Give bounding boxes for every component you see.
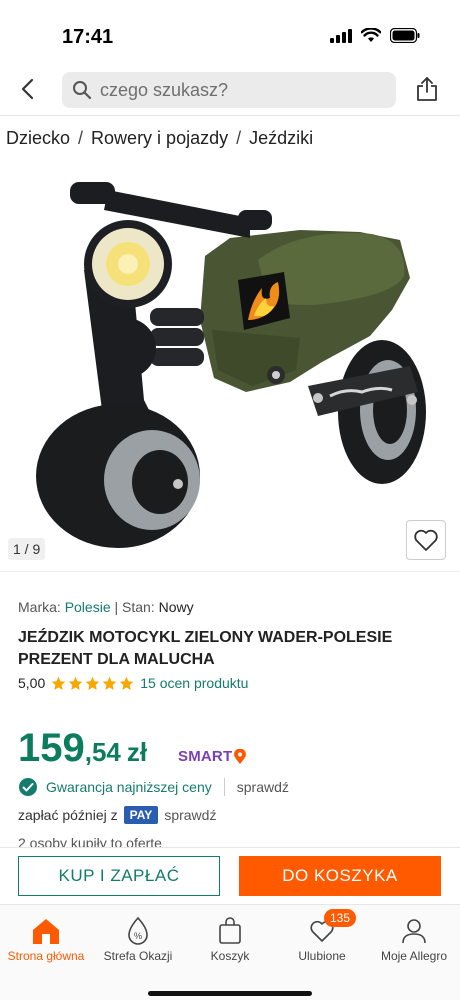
- nav-deals[interactable]: % Strefa Okazji: [92, 913, 184, 963]
- status-bar: 17:41: [0, 0, 460, 62]
- svg-text:%: %: [134, 931, 142, 941]
- condition-label: | Stan:: [114, 599, 155, 615]
- action-bar: KUP I ZAPŁAĆ DO KOSZYKA: [0, 847, 460, 904]
- rear-wheel: [338, 340, 426, 484]
- pay-check-link[interactable]: sprawdź: [164, 807, 216, 823]
- star-icon: [86, 676, 100, 690]
- search-header: [0, 62, 460, 116]
- bag-icon: [219, 917, 241, 944]
- star-icon: [52, 676, 66, 690]
- smart-label: SMART: [178, 748, 233, 765]
- handlebar: [70, 182, 272, 238]
- breadcrumb: Dziecko / Rowery i pojazdy / Jeździki: [6, 128, 313, 149]
- breadcrumb-item-jezdziki[interactable]: Jeździki: [249, 128, 313, 149]
- back-button[interactable]: [12, 72, 42, 106]
- star-icon: [120, 676, 134, 690]
- wifi-icon: [361, 28, 381, 42]
- user-icon: [402, 919, 426, 944]
- breadcrumb-separator: /: [78, 128, 84, 148]
- signal-icon: [330, 28, 352, 43]
- pay-later: zapłać później z PAY sprawdź: [18, 806, 216, 824]
- buy-now-button[interactable]: KUP I ZAPŁAĆ: [18, 856, 220, 896]
- share-icon: [417, 77, 437, 101]
- pay-badge: PAY: [123, 806, 159, 824]
- price-integer: 159: [18, 726, 85, 770]
- status-time: 17:41: [62, 26, 114, 48]
- bought-count: 2 osoby kupiły to oferte: [18, 835, 162, 847]
- breadcrumb-separator: /: [236, 128, 242, 148]
- home-icon: [33, 919, 59, 944]
- product-gallery[interactable]: 1 / 9: [0, 160, 460, 572]
- nav-cart-label: Koszyk: [210, 949, 250, 963]
- pay-later-label: zapłać później z: [18, 807, 118, 823]
- price: 159 ,54 zł: [18, 726, 147, 771]
- nav-cart[interactable]: Koszyk: [184, 913, 276, 963]
- guarantee-check-link[interactable]: sprawdź: [237, 779, 289, 795]
- status-icons: [330, 28, 420, 43]
- brand-link[interactable]: Polesie: [65, 599, 111, 615]
- rating-stars: [51, 676, 134, 691]
- product-title: JEŹDZIK MOTOCYKL ZIELONY WADER-POLESIE P…: [18, 629, 393, 668]
- nav-home-label: Strona główna: [7, 949, 85, 963]
- headlight: [84, 220, 172, 308]
- breadcrumb-item-rowery[interactable]: Rowery i pojazdy: [91, 128, 228, 149]
- deal-icon: %: [128, 916, 148, 945]
- smart-badge: SMART: [178, 748, 247, 765]
- nav-account[interactable]: Moje Allegro: [368, 913, 460, 963]
- front-wheel: [36, 404, 200, 548]
- bottom-nav: Strona główna % Strefa Okazji Koszyk 135…: [0, 904, 460, 1000]
- image-counter: 1 / 9: [8, 538, 46, 560]
- breadcrumb-item-dziecko[interactable]: Dziecko: [6, 128, 70, 149]
- ratings-link[interactable]: 15 ocen produktu: [140, 675, 248, 691]
- favorites-count-badge: 135: [324, 909, 357, 927]
- nav-account-label: Moje Allegro: [380, 949, 448, 963]
- product-image: [36, 182, 426, 548]
- nav-deals-label: Strefa Okazji: [103, 949, 173, 963]
- motorcycle-body: [200, 230, 418, 416]
- guarantee-label: Gwarancja najniższej ceny: [46, 779, 212, 795]
- divider: [223, 778, 225, 796]
- rating-value: 5,00: [18, 675, 46, 691]
- home-indicator: [148, 991, 312, 996]
- product-meta: Marka: Polesie | Stan: Nowy: [18, 599, 194, 615]
- smart-pin-icon: [234, 748, 247, 764]
- share-button[interactable]: [412, 72, 442, 106]
- nav-home[interactable]: Strona główna: [0, 913, 92, 963]
- search-input[interactable]: [100, 79, 360, 101]
- price-guarantee: Gwarancja najniższej ceny sprawdź: [18, 777, 289, 797]
- star-icon: [69, 676, 83, 690]
- battery-icon: [390, 28, 420, 43]
- nav-favorites[interactable]: 135 Ulubione: [276, 909, 368, 963]
- star-icon: [103, 676, 117, 690]
- verified-badge-icon: [19, 778, 37, 796]
- price-decimal: ,54: [84, 737, 121, 767]
- nav-favorites-label: Ulubione: [298, 949, 346, 963]
- chevron-left-icon: [21, 78, 34, 100]
- condition-value: Nowy: [158, 599, 194, 615]
- price-currency: zł: [126, 737, 148, 767]
- search-icon: [73, 81, 92, 100]
- heart-icon: [414, 529, 438, 551]
- add-to-cart-button[interactable]: DO KOSZYKA: [239, 856, 441, 896]
- search-box[interactable]: [62, 72, 396, 108]
- favorite-button[interactable]: [406, 520, 446, 560]
- brand-label: Marka:: [18, 599, 61, 615]
- product-rating: 5,00 15 ocen produktu: [18, 675, 248, 691]
